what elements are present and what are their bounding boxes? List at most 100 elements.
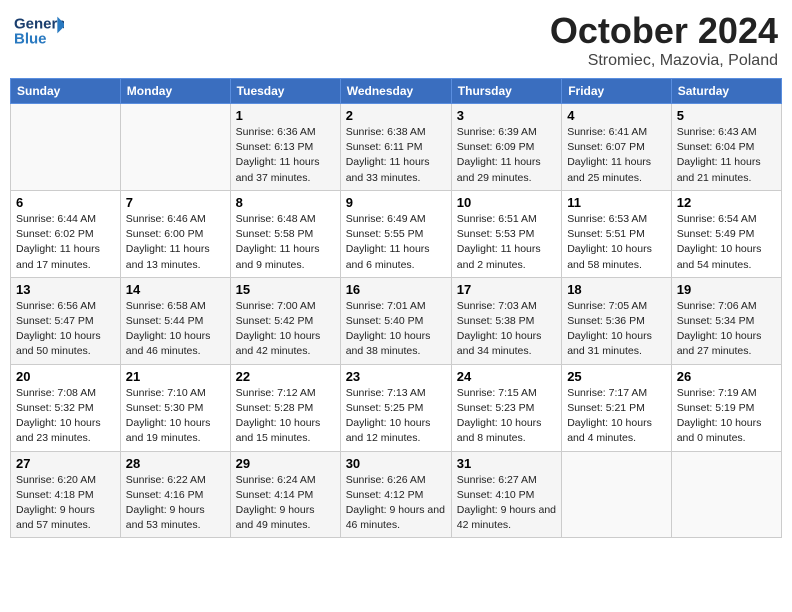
weekday-header-saturday: Saturday — [671, 79, 781, 104]
calendar-cell: 3 Sunrise: 6:39 AM Sunset: 6:09 PM Daylig… — [451, 104, 561, 191]
day-info: Sunrise: 6:27 AM Sunset: 4:10 PM Dayligh… — [457, 473, 556, 534]
weekday-header-friday: Friday — [562, 79, 672, 104]
calendar-cell: 25 Sunrise: 7:17 AM Sunset: 5:21 PM Dayli… — [562, 364, 672, 451]
day-info: Sunrise: 7:13 AM Sunset: 5:25 PM Dayligh… — [346, 386, 446, 447]
day-info: Sunrise: 6:56 AM Sunset: 5:47 PM Dayligh… — [16, 299, 115, 360]
calendar-cell — [562, 451, 672, 538]
day-number: 17 — [457, 282, 556, 297]
logo: General Blue — [14, 10, 66, 50]
calendar-cell: 17 Sunrise: 7:03 AM Sunset: 5:38 PM Dayli… — [451, 277, 561, 364]
day-info: Sunrise: 6:46 AM Sunset: 6:00 PM Dayligh… — [126, 212, 225, 273]
calendar-cell: 18 Sunrise: 7:05 AM Sunset: 5:36 PM Dayli… — [562, 277, 672, 364]
calendar-cell — [11, 104, 121, 191]
day-info: Sunrise: 7:06 AM Sunset: 5:34 PM Dayligh… — [677, 299, 776, 360]
day-number: 19 — [677, 282, 776, 297]
calendar-cell: 12 Sunrise: 6:54 AM Sunset: 5:49 PM Dayli… — [671, 190, 781, 277]
day-number: 28 — [126, 456, 225, 471]
day-info: Sunrise: 7:05 AM Sunset: 5:36 PM Dayligh… — [567, 299, 666, 360]
day-number: 5 — [677, 108, 776, 123]
day-info: Sunrise: 6:22 AM Sunset: 4:16 PM Dayligh… — [126, 473, 225, 534]
week-row-5: 27 Sunrise: 6:20 AM Sunset: 4:18 PM Dayli… — [11, 451, 782, 538]
day-info: Sunrise: 6:24 AM Sunset: 4:14 PM Dayligh… — [236, 473, 335, 534]
day-number: 26 — [677, 369, 776, 384]
day-number: 16 — [346, 282, 446, 297]
weekday-header-wednesday: Wednesday — [340, 79, 451, 104]
calendar-cell: 15 Sunrise: 7:00 AM Sunset: 5:42 PM Dayli… — [230, 277, 340, 364]
day-info: Sunrise: 7:00 AM Sunset: 5:42 PM Dayligh… — [236, 299, 335, 360]
day-info: Sunrise: 6:54 AM Sunset: 5:49 PM Dayligh… — [677, 212, 776, 273]
day-info: Sunrise: 6:48 AM Sunset: 5:58 PM Dayligh… — [236, 212, 335, 273]
day-info: Sunrise: 6:43 AM Sunset: 6:04 PM Dayligh… — [677, 125, 776, 186]
day-number: 3 — [457, 108, 556, 123]
day-number: 23 — [346, 369, 446, 384]
weekday-header-sunday: Sunday — [11, 79, 121, 104]
calendar-cell — [120, 104, 230, 191]
day-info: Sunrise: 7:03 AM Sunset: 5:38 PM Dayligh… — [457, 299, 556, 360]
week-row-2: 6Sunrise: 6:44 AM Sunset: 6:02 PM Daylig… — [11, 190, 782, 277]
weekday-header-tuesday: Tuesday — [230, 79, 340, 104]
calendar-cell: 16Sunrise: 7:01 AM Sunset: 5:40 PM Dayli… — [340, 277, 451, 364]
week-row-4: 20Sunrise: 7:08 AM Sunset: 5:32 PM Dayli… — [11, 364, 782, 451]
day-number: 30 — [346, 456, 446, 471]
day-info: Sunrise: 6:58 AM Sunset: 5:44 PM Dayligh… — [126, 299, 225, 360]
day-info: Sunrise: 7:17 AM Sunset: 5:21 PM Dayligh… — [567, 386, 666, 447]
calendar-cell: 28 Sunrise: 6:22 AM Sunset: 4:16 PM Dayli… — [120, 451, 230, 538]
day-info: Sunrise: 6:26 AM Sunset: 4:12 PM Dayligh… — [346, 473, 446, 534]
calendar-cell: 9Sunrise: 6:49 AM Sunset: 5:55 PM Daylig… — [340, 190, 451, 277]
day-number: 29 — [236, 456, 335, 471]
calendar-cell: 22Sunrise: 7:12 AM Sunset: 5:28 PM Dayli… — [230, 364, 340, 451]
day-info: Sunrise: 7:10 AM Sunset: 5:30 PM Dayligh… — [126, 386, 225, 447]
day-number: 10 — [457, 195, 556, 210]
week-row-1: 1Sunrise: 6:36 AM Sunset: 6:13 PM Daylig… — [11, 104, 782, 191]
calendar-cell: 26Sunrise: 7:19 AM Sunset: 5:19 PM Dayli… — [671, 364, 781, 451]
calendar-cell: 30 Sunrise: 6:26 AM Sunset: 4:12 PM Dayli… — [340, 451, 451, 538]
day-number: 4 — [567, 108, 666, 123]
day-info: Sunrise: 7:08 AM Sunset: 5:32 PM Dayligh… — [16, 386, 115, 447]
day-number: 24 — [457, 369, 556, 384]
calendar-cell: 19 Sunrise: 7:06 AM Sunset: 5:34 PM Dayli… — [671, 277, 781, 364]
calendar-cell: 10 Sunrise: 6:51 AM Sunset: 5:53 PM Dayli… — [451, 190, 561, 277]
day-info: Sunrise: 6:38 AM Sunset: 6:11 PM Dayligh… — [346, 125, 446, 186]
day-info: Sunrise: 6:44 AM Sunset: 6:02 PM Dayligh… — [16, 212, 115, 273]
page-header: General Blue October 2024 Stromiec, Mazo… — [10, 10, 782, 70]
day-number: 31 — [457, 456, 556, 471]
day-number: 27 — [16, 456, 115, 471]
calendar-cell: 7 Sunrise: 6:46 AM Sunset: 6:00 PM Daylig… — [120, 190, 230, 277]
calendar-cell: 31 Sunrise: 6:27 AM Sunset: 4:10 PM Dayli… — [451, 451, 561, 538]
title-block: October 2024 Stromiec, Mazovia, Poland — [550, 10, 778, 70]
day-info: Sunrise: 6:39 AM Sunset: 6:09 PM Dayligh… — [457, 125, 556, 186]
calendar-cell: 4 Sunrise: 6:41 AM Sunset: 6:07 PM Daylig… — [562, 104, 672, 191]
calendar-cell: 2 Sunrise: 6:38 AM Sunset: 6:11 PM Daylig… — [340, 104, 451, 191]
week-row-3: 13Sunrise: 6:56 AM Sunset: 5:47 PM Dayli… — [11, 277, 782, 364]
day-number: 1 — [236, 108, 335, 123]
calendar-cell — [671, 451, 781, 538]
day-number: 11 — [567, 195, 666, 210]
calendar-cell: 20Sunrise: 7:08 AM Sunset: 5:32 PM Dayli… — [11, 364, 121, 451]
calendar-cell: 14Sunrise: 6:58 AM Sunset: 5:44 PM Dayli… — [120, 277, 230, 364]
month-title: October 2024 — [550, 10, 778, 52]
calendar-cell: 23 Sunrise: 7:13 AM Sunset: 5:25 PM Dayli… — [340, 364, 451, 451]
weekday-header-thursday: Thursday — [451, 79, 561, 104]
calendar-cell: 8Sunrise: 6:48 AM Sunset: 5:58 PM Daylig… — [230, 190, 340, 277]
day-info: Sunrise: 7:12 AM Sunset: 5:28 PM Dayligh… — [236, 386, 335, 447]
location-subtitle: Stromiec, Mazovia, Poland — [550, 52, 778, 70]
calendar-cell: 11Sunrise: 6:53 AM Sunset: 5:51 PM Dayli… — [562, 190, 672, 277]
day-number: 12 — [677, 195, 776, 210]
calendar-cell: 27 Sunrise: 6:20 AM Sunset: 4:18 PM Dayli… — [11, 451, 121, 538]
calendar-cell: 5 Sunrise: 6:43 AM Sunset: 6:04 PM Daylig… — [671, 104, 781, 191]
day-number: 7 — [126, 195, 225, 210]
day-info: Sunrise: 6:51 AM Sunset: 5:53 PM Dayligh… — [457, 212, 556, 273]
day-info: Sunrise: 7:15 AM Sunset: 5:23 PM Dayligh… — [457, 386, 556, 447]
calendar-cell: 6Sunrise: 6:44 AM Sunset: 6:02 PM Daylig… — [11, 190, 121, 277]
calendar-cell: 13Sunrise: 6:56 AM Sunset: 5:47 PM Dayli… — [11, 277, 121, 364]
day-number: 25 — [567, 369, 666, 384]
day-info: Sunrise: 6:20 AM Sunset: 4:18 PM Dayligh… — [16, 473, 115, 534]
calendar-cell: 29 Sunrise: 6:24 AM Sunset: 4:14 PM Dayli… — [230, 451, 340, 538]
day-info: Sunrise: 6:41 AM Sunset: 6:07 PM Dayligh… — [567, 125, 666, 186]
day-number: 18 — [567, 282, 666, 297]
day-number: 15 — [236, 282, 335, 297]
day-number: 21 — [126, 369, 225, 384]
weekday-header-row: SundayMondayTuesdayWednesdayThursdayFrid… — [11, 79, 782, 104]
day-number: 2 — [346, 108, 446, 123]
day-info: Sunrise: 6:49 AM Sunset: 5:55 PM Dayligh… — [346, 212, 446, 273]
